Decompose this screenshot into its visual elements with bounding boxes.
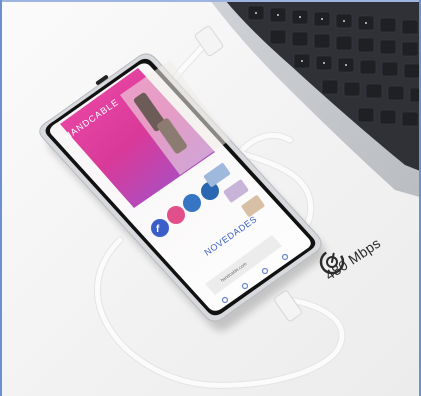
product-photo: f HANDCABLE NOVEDADES handcable.com 480 … [0,0,421,396]
frame-border-top [0,0,421,2]
phone-and-cable: f HANDCABLE NOVEDADES handcable.com [39,25,346,389]
usb-connector-phone [274,290,302,322]
frame-border-left [0,0,2,396]
